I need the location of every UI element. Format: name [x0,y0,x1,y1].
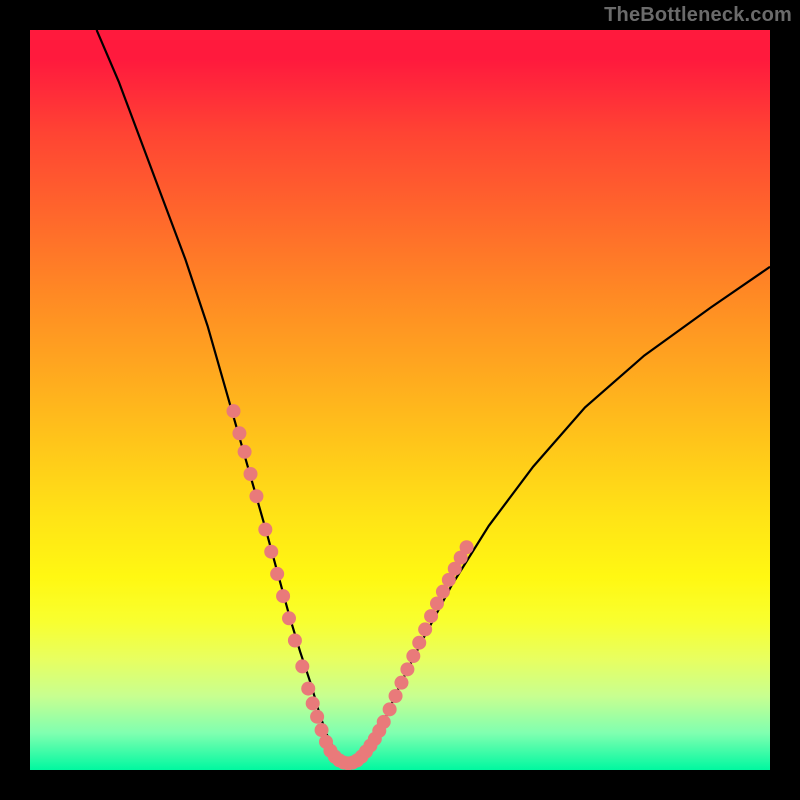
marker-dot [258,523,272,537]
marker-dot [436,585,450,599]
plot-area [30,30,770,770]
watermark-label: TheBottleneck.com [604,4,792,27]
marker-dot [295,659,309,673]
marker-dot [394,676,408,690]
marker-dot [276,589,290,603]
marker-dot [270,567,284,581]
marker-dot [424,609,438,623]
marker-dot [288,634,302,648]
chart-svg [30,30,770,770]
marker-dot [301,682,315,696]
chart-frame: TheBottleneck.com [0,0,800,800]
marker-dot [406,649,420,663]
marker-dot [430,597,444,611]
marker-dot [227,404,241,418]
marker-dot [249,489,263,503]
marker-dot [383,702,397,716]
marker-dot [412,636,426,650]
marker-dot [400,662,414,676]
marker-dot [377,715,391,729]
marker-dot [310,710,324,724]
marker-dot [418,622,432,636]
marker-dot [264,545,278,559]
marker-dot [282,611,296,625]
marker-dot [389,689,403,703]
marker-group [227,404,474,770]
marker-dot [244,467,258,481]
marker-dot [232,426,246,440]
marker-dot [238,445,252,459]
marker-dot [460,540,474,554]
marker-dot [306,696,320,710]
bottleneck-curve [97,30,770,763]
